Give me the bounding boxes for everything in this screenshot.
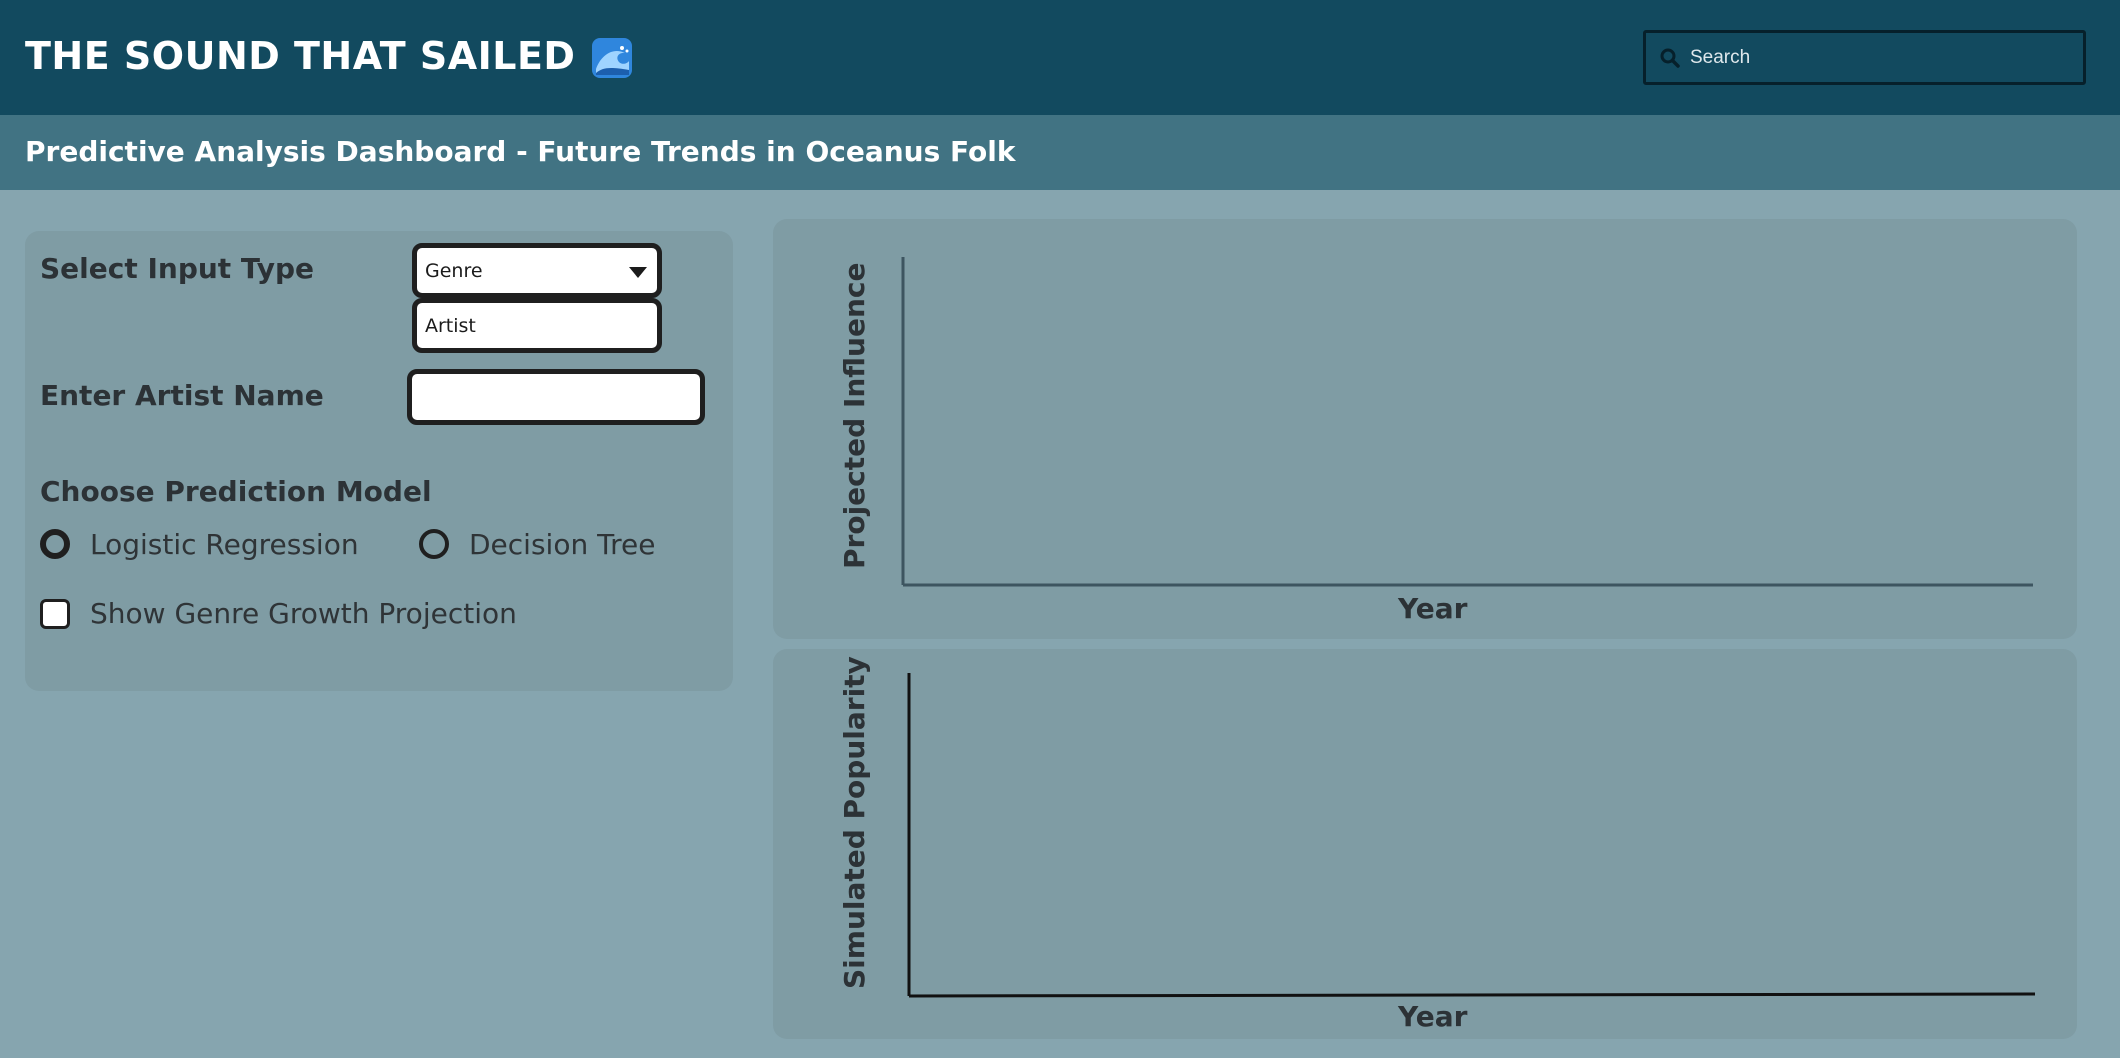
input-type-select[interactable]: Genre [412,243,662,298]
app-title: THE SOUND THAT SAILED [25,34,633,78]
genre-growth-label: Show Genre Growth Projection [90,597,517,630]
popularity-x-axis [908,992,2036,998]
input-type-option-label: Artist [425,314,476,337]
prediction-model-label: Choose Prediction Model [40,475,432,508]
popularity-chart-svg [907,673,2036,998]
top-header: THE SOUND THAT SAILED [0,0,2120,115]
radio-logistic-regression-label: Logistic Regression [90,528,359,561]
page-subtitle: Predictive Analysis Dashboard - Future T… [25,135,1016,168]
artist-name-input[interactable] [407,369,705,425]
chevron-down-icon [629,267,647,278]
influence-x-axis-title: Year [1398,592,1468,625]
search-input[interactable] [1690,46,2070,69]
popularity-y-axis-title: Simulated Popularity [838,656,871,989]
water-wave-icon [591,37,633,79]
input-type-selected-value: Genre [425,259,483,282]
genre-growth-checkbox[interactable] [40,599,70,629]
radio-decision-tree[interactable] [419,529,449,559]
artist-name-label: Enter Artist Name [40,379,324,412]
popularity-chart-card: Simulated Popularity Year [773,649,2077,1039]
search-box[interactable] [1643,30,2086,85]
radio-decision-tree-label: Decision Tree [469,528,656,561]
radio-logistic-regression[interactable] [40,529,70,559]
influence-y-axis-title: Projected Influence [838,262,871,569]
app-root: THE SOUND THAT SAILED Predictive Analysi… [0,0,2120,1061]
subheader-bar: Predictive Analysis Dashboard - Future T… [0,115,2120,190]
influence-chart-card: Projected Influence Year [773,219,2077,639]
input-type-label: Select Input Type [40,252,314,285]
input-type-option-artist[interactable]: Artist [412,298,662,353]
app-title-text: THE SOUND THAT SAILED [25,34,576,78]
search-icon [1660,48,1680,68]
influence-chart-svg [901,257,2033,587]
popularity-x-axis-title: Year [1398,1000,1468,1033]
